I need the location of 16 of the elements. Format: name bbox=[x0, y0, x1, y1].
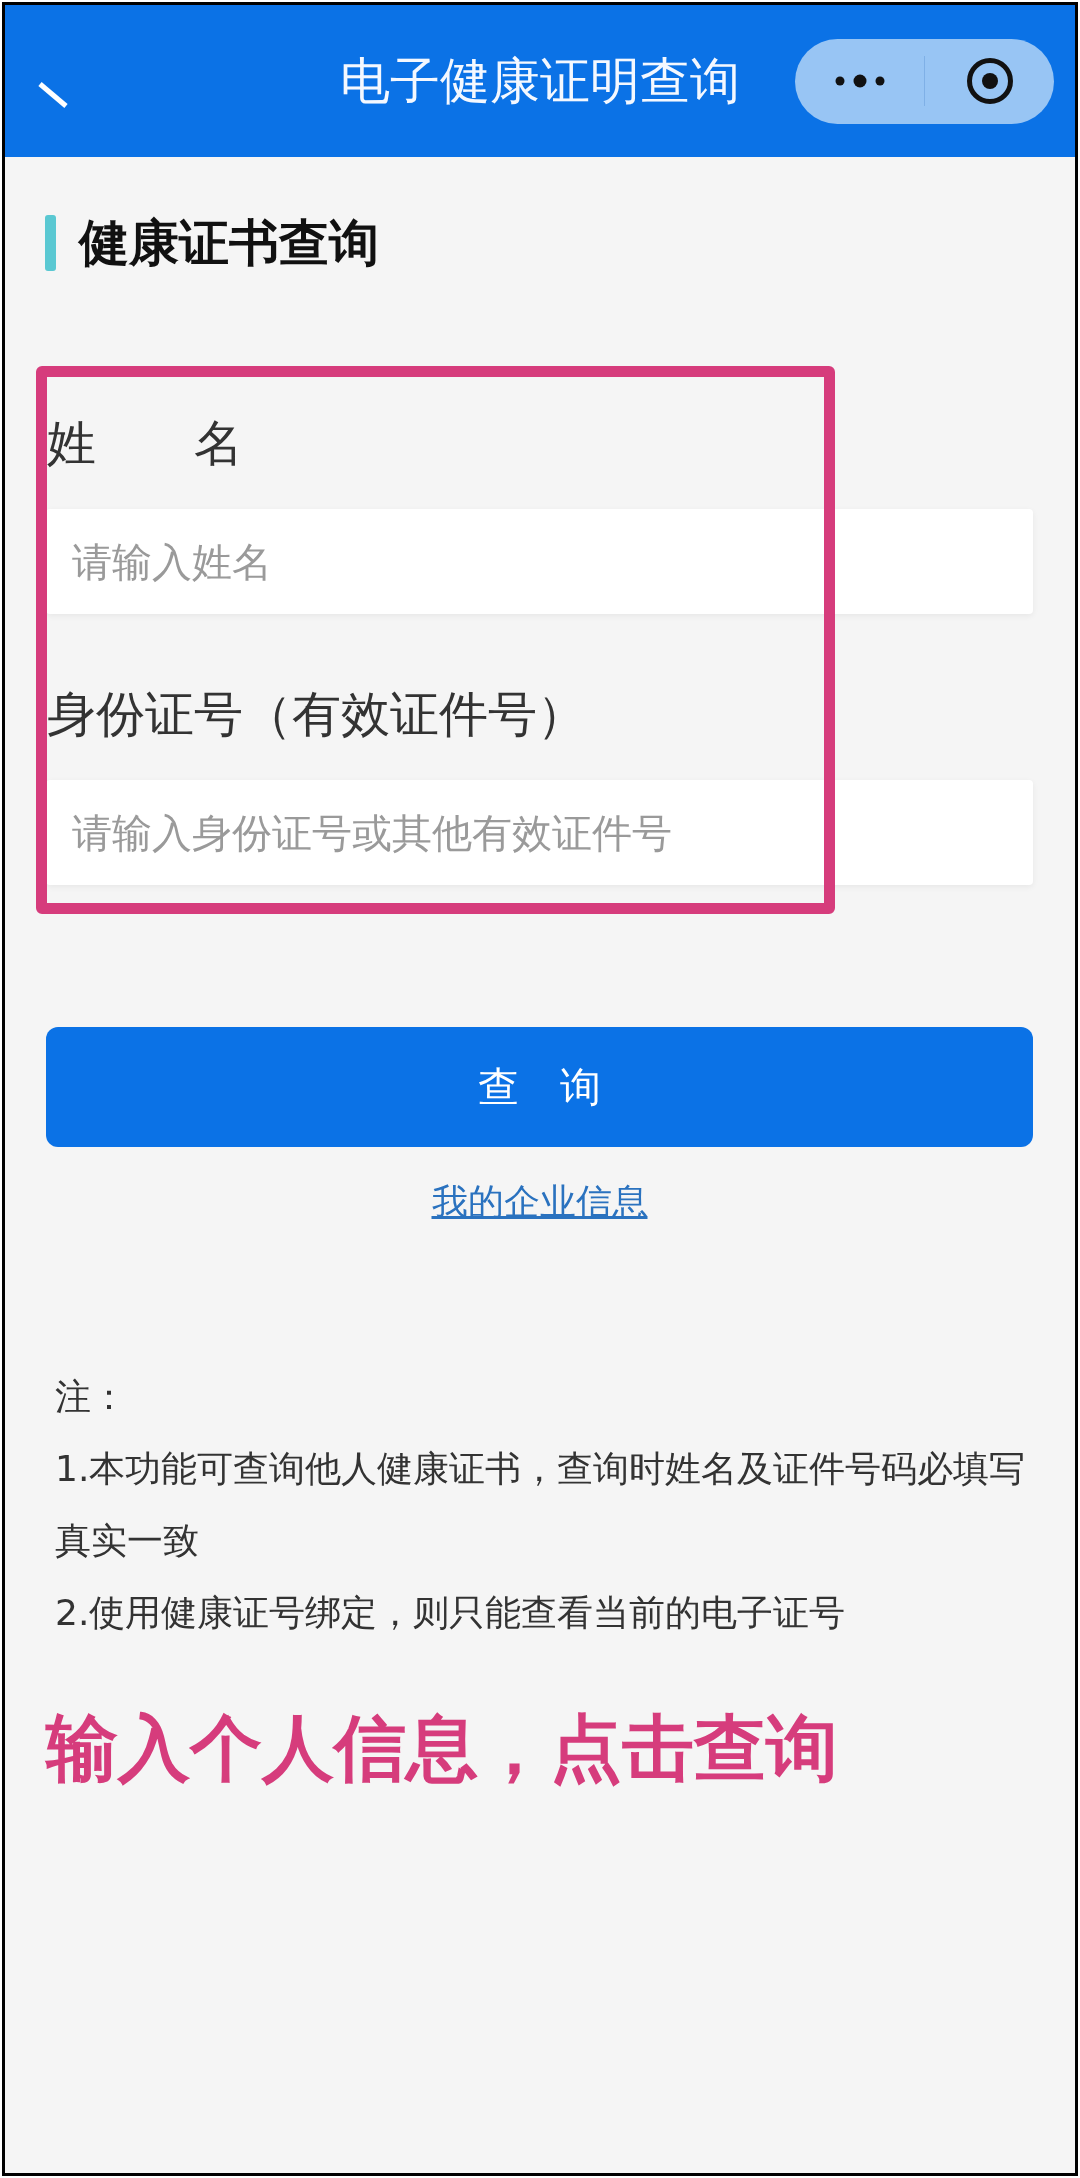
note-text: 2.使用健康证号绑定，则只能查看当前的电子证号 bbox=[55, 1591, 847, 1635]
annotation-caption: 输入个人信息，点击查询 bbox=[46, 1705, 839, 1792]
accent-bar-icon bbox=[45, 215, 56, 271]
page-title: 电子健康证明查询 bbox=[340, 51, 740, 111]
query-button[interactable]: 查 询 bbox=[46, 1027, 1033, 1147]
notes-heading: 注： bbox=[55, 1375, 128, 1419]
ring-dot-icon[interactable] bbox=[965, 57, 1014, 105]
more-icon[interactable] bbox=[834, 74, 885, 88]
company-info-link[interactable]: 我的企业信息 bbox=[431, 1180, 648, 1224]
diagonal-line-icon[interactable] bbox=[38, 82, 68, 108]
field-label: 姓 名 bbox=[46, 416, 243, 472]
note-text: 1.本功能可查询他人健康证书，查询时姓名及证件号码必填写真实一致 bbox=[55, 1447, 1027, 1563]
section-title: 健康证书查询 bbox=[79, 215, 379, 271]
input-field[interactable]: 请输入身份证号或其他有效证件号 bbox=[46, 780, 1033, 885]
field-label: 身份证号（有效证件号） bbox=[46, 687, 586, 743]
input-field[interactable]: 请输入姓名 bbox=[46, 509, 1033, 614]
